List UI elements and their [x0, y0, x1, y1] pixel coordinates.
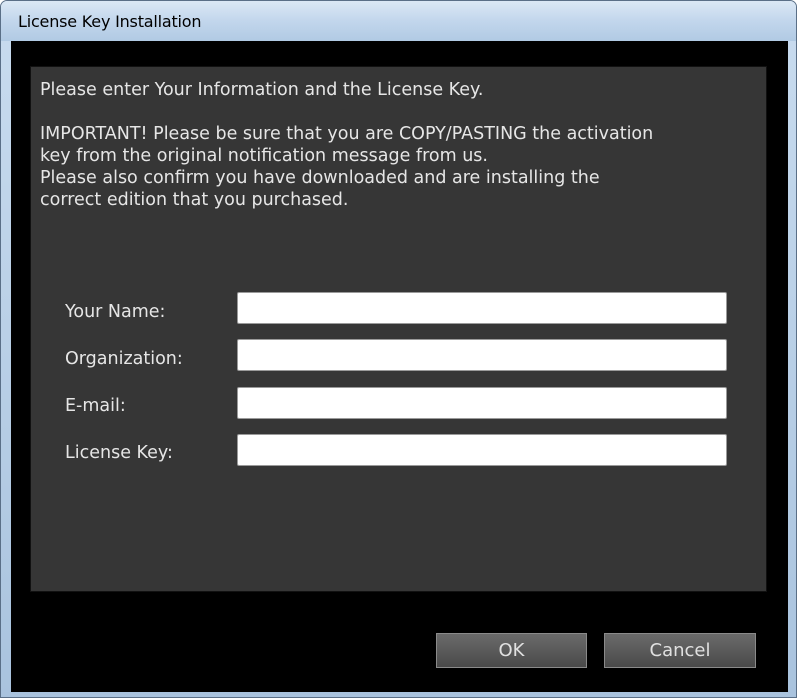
important-notice: IMPORTANT! Please be sure that you are C…	[40, 123, 765, 211]
license-key-input[interactable]	[237, 434, 727, 466]
info-panel: Please enter Your Information and the Li…	[30, 66, 767, 592]
organization-label: Organization:	[65, 349, 183, 369]
important-line: correct edition that you purchased.	[40, 190, 349, 210]
license-key-label: License Key:	[65, 443, 173, 463]
email-input[interactable]	[237, 387, 727, 419]
organization-input[interactable]	[237, 339, 727, 371]
important-line: Please also confirm you have downloaded …	[40, 168, 600, 188]
important-line: key from the original notification messa…	[40, 146, 488, 166]
window-title: License Key Installation	[18, 12, 202, 31]
license-key-window: License Key Installation Please enter Yo…	[0, 0, 797, 698]
intro-text: Please enter Your Information and the Li…	[40, 80, 484, 100]
cancel-button[interactable]: Cancel	[604, 633, 756, 668]
your-name-input[interactable]	[237, 292, 727, 324]
ok-button[interactable]: OK	[436, 633, 587, 668]
dialog-client-area: Please enter Your Information and the Li…	[11, 41, 788, 692]
title-bar[interactable]: License Key Installation	[1, 1, 796, 41]
your-name-label: Your Name:	[65, 302, 166, 322]
email-label: E-mail:	[65, 396, 126, 416]
important-line: IMPORTANT! Please be sure that you are C…	[40, 124, 654, 144]
